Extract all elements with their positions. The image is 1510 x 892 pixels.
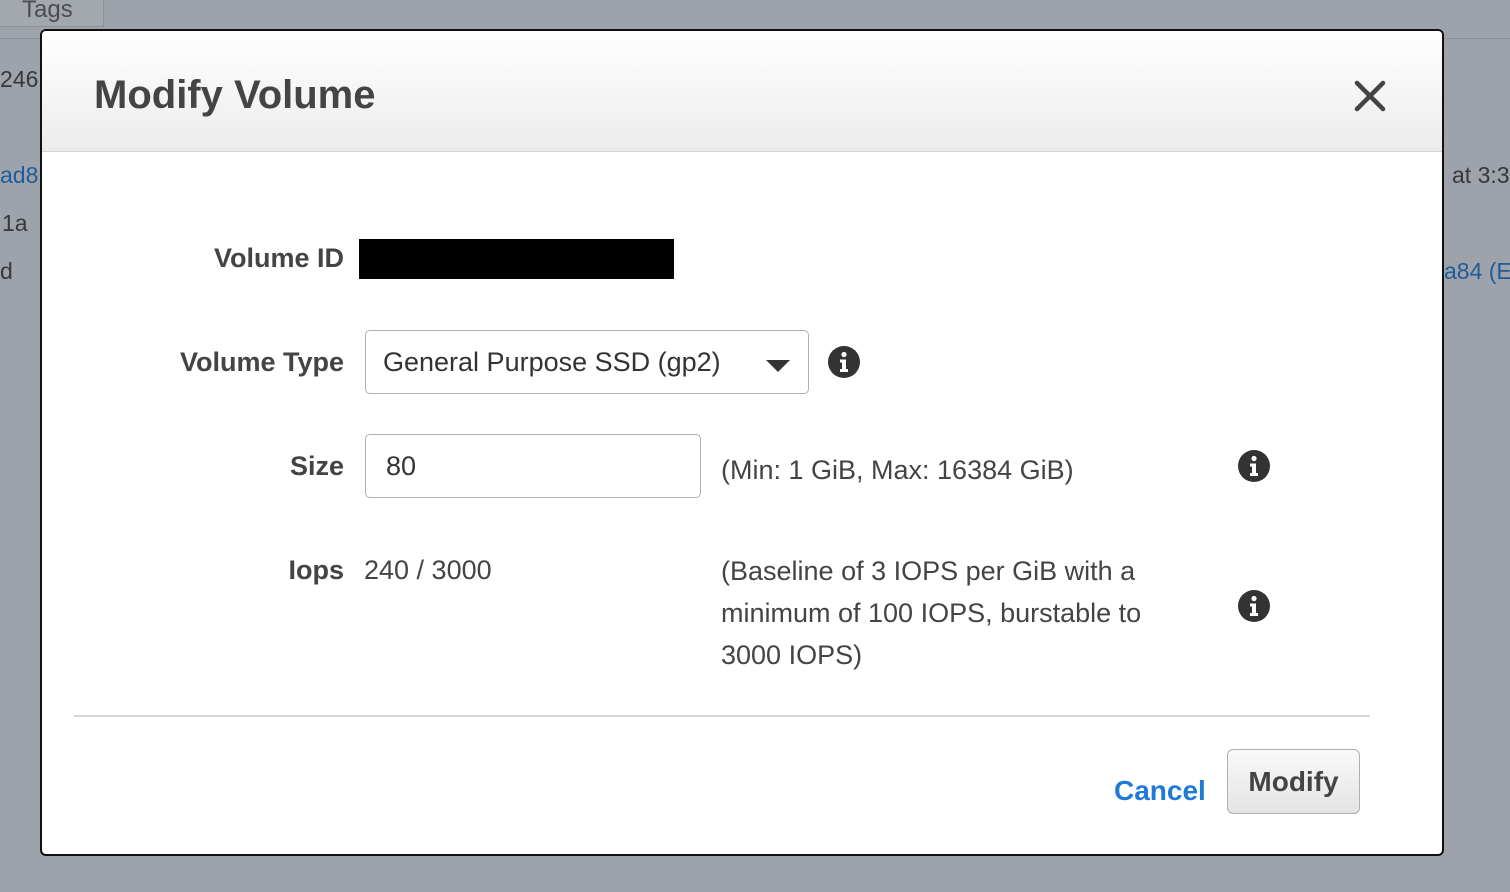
background-tags-tab: Tags — [0, 0, 104, 27]
volume-id-value-redacted — [359, 239, 674, 279]
background-text-fragment: at 3:3 — [1452, 162, 1510, 188]
background-text-fragment: 246 — [0, 66, 39, 92]
modify-button[interactable]: Modify — [1227, 749, 1360, 814]
size-label: Size — [289, 451, 344, 481]
footer-divider — [74, 715, 1370, 717]
volume-type-selected-value: General Purpose SSD (gp2) — [383, 347, 721, 377]
volume-type-label: Volume Type — [179, 347, 344, 377]
modify-volume-dialog: Modify Volume Volume ID Volume Type Gene… — [40, 29, 1444, 856]
size-input[interactable] — [365, 434, 701, 498]
chevron-down-icon — [766, 360, 790, 372]
volume-id-label: Volume ID — [213, 243, 344, 273]
background-tags-tab-label: Tags — [22, 0, 73, 23]
iops-info-icon[interactable] — [1237, 589, 1271, 623]
dialog-title: Modify Volume — [94, 73, 376, 117]
background-text-fragment: 1a — [2, 210, 28, 236]
background-tab-divider-left — [0, 38, 40, 39]
close-icon[interactable] — [1353, 79, 1387, 113]
iops-hint: (Baseline of 3 IOPS per GiB with a minim… — [721, 556, 1142, 670]
background-link-fragment: ad8 — [0, 162, 39, 188]
iops-label: Iops — [288, 555, 344, 585]
dialog-header: Modify Volume — [42, 31, 1442, 152]
iops-value: 240 / 3000 — [364, 555, 492, 585]
cancel-button[interactable]: Cancel — [1114, 775, 1206, 807]
volume-type-select[interactable]: General Purpose SSD (gp2) — [365, 330, 809, 394]
volume-type-info-icon[interactable] — [827, 345, 861, 379]
size-hint: (Min: 1 GiB, Max: 16384 GiB) — [721, 455, 1074, 485]
background-text-fragment: d — [0, 258, 13, 284]
size-info-icon[interactable] — [1237, 449, 1271, 483]
background-link-fragment: a84 (E — [1444, 258, 1510, 284]
